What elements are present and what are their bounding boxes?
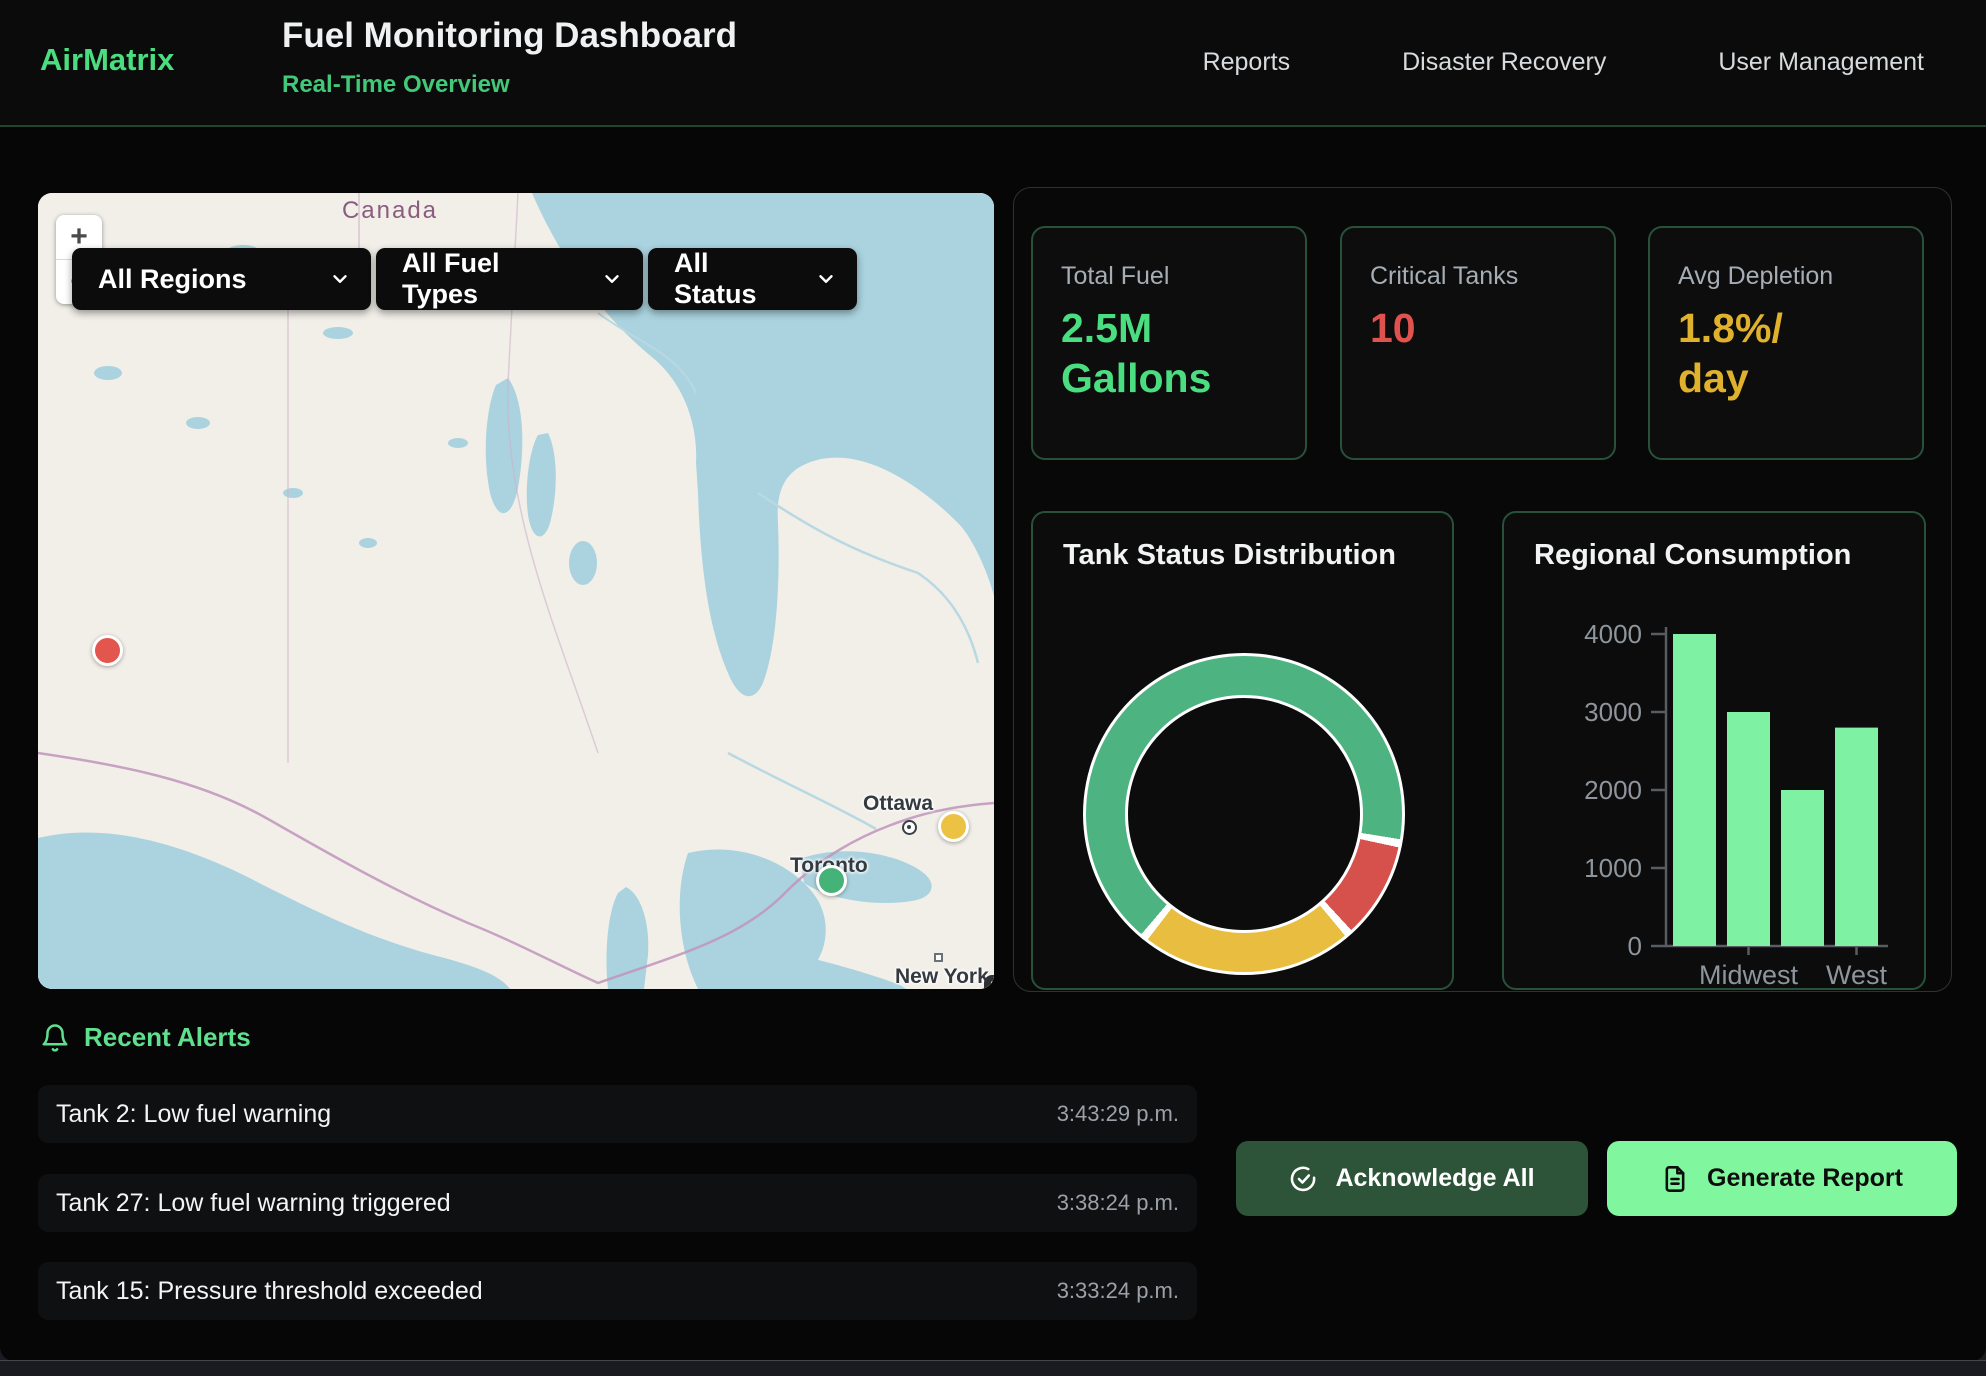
fuel-type-filter-value: All Fuel Types bbox=[402, 248, 583, 310]
metrics-panel: Total Fuel 2.5MGallons Critical Tanks 10… bbox=[1013, 187, 1952, 992]
tank-status-donut-chart bbox=[1083, 653, 1405, 975]
status-filter-dropdown[interactable]: All Status bbox=[648, 248, 857, 310]
region-filter-dropdown[interactable]: All Regions bbox=[72, 248, 371, 310]
recent-alerts-header: Recent Alerts bbox=[40, 1022, 251, 1053]
brand-logo[interactable]: AirMatrix bbox=[40, 42, 174, 78]
acknowledge-all-label: Acknowledge All bbox=[1335, 1164, 1534, 1193]
svg-text:0: 0 bbox=[1628, 931, 1642, 961]
alert-row[interactable]: Tank 27: Low fuel warning triggered 3:38… bbox=[38, 1174, 1197, 1232]
stat-value: 10 bbox=[1370, 303, 1586, 353]
tank-marker-warning[interactable] bbox=[938, 811, 969, 842]
alert-time: 3:43:29 p.m. bbox=[1057, 1101, 1179, 1127]
stat-label: Total Fuel bbox=[1061, 262, 1277, 291]
nav-user-management[interactable]: User Management bbox=[1718, 48, 1924, 77]
alert-message: Tank 15: Pressure threshold exceeded bbox=[56, 1277, 483, 1306]
donut-hole bbox=[1125, 695, 1363, 933]
regional-consumption-chart-card: Regional Consumption 01000200030004000Mi… bbox=[1502, 511, 1926, 990]
svg-text:1000: 1000 bbox=[1584, 853, 1642, 883]
svg-text:3000: 3000 bbox=[1584, 697, 1642, 727]
alert-time: 3:33:24 p.m. bbox=[1057, 1278, 1179, 1304]
chart-title: Tank Status Distribution bbox=[1063, 539, 1396, 572]
stat-label: Avg Depletion bbox=[1678, 262, 1894, 291]
window-bottom-edge bbox=[0, 1360, 1986, 1376]
stat-card-critical-tanks: Critical Tanks 10 bbox=[1340, 226, 1616, 460]
alert-time: 3:38:24 p.m. bbox=[1057, 1190, 1179, 1216]
svg-text:West: West bbox=[1826, 960, 1888, 990]
stat-card-avg-depletion: Avg Depletion 1.8%/day bbox=[1648, 226, 1924, 460]
map-filter-bar: All Regions All Fuel Types All Status bbox=[72, 248, 857, 310]
stat-value: 2.5MGallons bbox=[1061, 303, 1277, 403]
map-label-new-york: New York bbox=[895, 965, 989, 989]
recent-alerts-title: Recent Alerts bbox=[84, 1022, 251, 1053]
map-label-canada: Canada bbox=[310, 197, 470, 225]
generate-report-button[interactable]: Generate Report bbox=[1607, 1141, 1957, 1216]
page-title: Fuel Monitoring Dashboard bbox=[282, 16, 737, 56]
fuel-type-filter-dropdown[interactable]: All Fuel Types bbox=[376, 248, 643, 310]
acknowledge-all-button[interactable]: Acknowledge All bbox=[1236, 1141, 1588, 1216]
region-filter-value: All Regions bbox=[98, 264, 247, 295]
alert-row[interactable]: Tank 15: Pressure threshold exceeded 3:3… bbox=[38, 1262, 1197, 1320]
svg-text:2000: 2000 bbox=[1584, 775, 1642, 805]
regional-consumption-bar-chart: 0 1000 2000 3000 4000 Midwest West bbox=[1504, 513, 1928, 992]
check-circle-icon bbox=[1289, 1165, 1317, 1193]
header: AirMatrix Fuel Monitoring Dashboard Real… bbox=[0, 0, 1986, 127]
status-filter-value: All Status bbox=[674, 248, 797, 310]
nav-reports[interactable]: Reports bbox=[1203, 48, 1291, 77]
alert-message: Tank 27: Low fuel warning triggered bbox=[56, 1189, 451, 1218]
generate-report-label: Generate Report bbox=[1707, 1164, 1903, 1193]
dashboard-root: AirMatrix Fuel Monitoring Dashboard Real… bbox=[0, 0, 1986, 1361]
nav-disaster-recovery[interactable]: Disaster Recovery bbox=[1402, 48, 1606, 77]
document-icon bbox=[1661, 1165, 1689, 1193]
chevron-down-icon bbox=[329, 268, 351, 290]
alert-message: Tank 2: Low fuel warning bbox=[56, 1100, 331, 1129]
page-subtitle: Real-Time Overview bbox=[282, 71, 510, 99]
bell-icon bbox=[40, 1023, 70, 1053]
capital-marker-icon bbox=[902, 820, 917, 835]
main-nav: Reports Disaster Recovery User Managemen… bbox=[1203, 0, 1924, 125]
chevron-down-icon bbox=[601, 268, 623, 290]
fuel-map[interactable]: Canada Ottawa Toronto New York + − All R… bbox=[38, 193, 994, 989]
town-marker-icon bbox=[934, 953, 943, 962]
chevron-down-icon bbox=[815, 268, 837, 290]
tank-status-chart-card: Tank Status Distribution bbox=[1031, 511, 1454, 990]
svg-text:Midwest: Midwest bbox=[1699, 960, 1799, 990]
map-resize-handle-icon[interactable] bbox=[984, 975, 994, 989]
map-label-ottawa: Ottawa bbox=[863, 792, 933, 816]
stat-label: Critical Tanks bbox=[1370, 262, 1586, 291]
alert-row[interactable]: Tank 2: Low fuel warning 3:43:29 p.m. bbox=[38, 1085, 1197, 1143]
stat-card-total-fuel: Total Fuel 2.5MGallons bbox=[1031, 226, 1307, 460]
tank-marker-critical[interactable] bbox=[92, 635, 123, 666]
tank-marker-normal[interactable] bbox=[816, 865, 847, 896]
svg-text:4000: 4000 bbox=[1584, 619, 1642, 649]
stat-value: 1.8%/day bbox=[1678, 303, 1894, 403]
